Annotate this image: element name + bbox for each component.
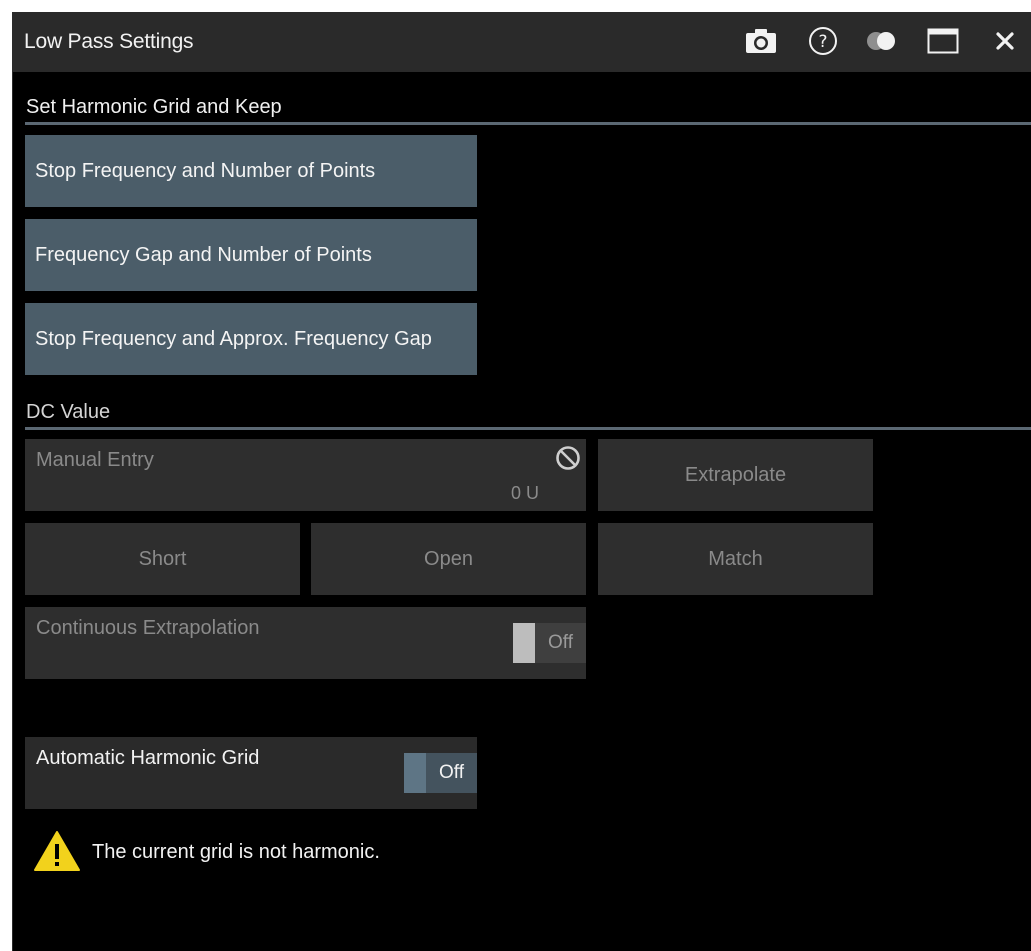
frequency-gap-number-of-points-button[interactable]: Frequency Gap and Number of Points <box>25 219 477 291</box>
toggle-knob <box>513 623 535 663</box>
manual-entry-field[interactable]: Manual Entry 0 U <box>25 439 586 511</box>
section-divider <box>25 427 1031 430</box>
stop-frequency-number-of-points-button[interactable]: Stop Frequency and Number of Points <box>25 135 477 207</box>
short-button[interactable]: Short <box>25 523 300 595</box>
stop-frequency-approx-gap-button[interactable]: Stop Frequency and Approx. Frequency Gap <box>25 303 477 375</box>
title-bar: Low Pass Settings ? <box>13 12 1031 72</box>
continuous-extrapolation-row: Continuous Extrapolation Off <box>25 607 586 679</box>
warning-text: The current grid is not harmonic. <box>92 841 380 863</box>
extrapolate-button[interactable]: Extrapolate <box>598 439 873 511</box>
close-icon[interactable] <box>988 24 1022 58</box>
harmonic-grid-section-label: Set Harmonic Grid and Keep <box>26 96 282 118</box>
continuous-extrapolation-toggle[interactable]: Off <box>513 623 586 663</box>
section-divider <box>25 122 1031 125</box>
toggle-knob <box>404 753 426 793</box>
match-button[interactable]: Match <box>598 523 873 595</box>
low-pass-settings-dialog: Low Pass Settings ? Set Harmonic Grid an… <box>12 12 1031 951</box>
app-root: Low Pass Settings ? Set Harmonic Grid an… <box>0 0 1031 951</box>
toggle-display-icon[interactable] <box>864 24 898 58</box>
camera-icon[interactable] <box>744 24 778 58</box>
toggle-state: Off <box>426 753 477 793</box>
help-icon[interactable]: ? <box>806 24 840 58</box>
manual-entry-value: 0 U <box>510 483 539 503</box>
continuous-extrapolation-label: Continuous Extrapolation <box>36 617 260 639</box>
disabled-icon <box>555 445 581 471</box>
svg-text:?: ? <box>818 32 827 52</box>
manual-entry-label: Manual Entry <box>36 449 154 471</box>
dc-value-section-label: DC Value <box>26 401 111 423</box>
dialog-title: Low Pass Settings <box>24 30 194 53</box>
automatic-harmonic-grid-label: Automatic Harmonic Grid <box>36 747 260 769</box>
automatic-harmonic-grid-row: Automatic Harmonic Grid Off <box>25 737 477 809</box>
automatic-harmonic-grid-toggle[interactable]: Off <box>404 753 477 793</box>
open-button[interactable]: Open <box>311 523 586 595</box>
toggle-state: Off <box>535 623 586 663</box>
maximize-icon[interactable] <box>926 24 960 58</box>
warning-icon <box>33 830 81 872</box>
